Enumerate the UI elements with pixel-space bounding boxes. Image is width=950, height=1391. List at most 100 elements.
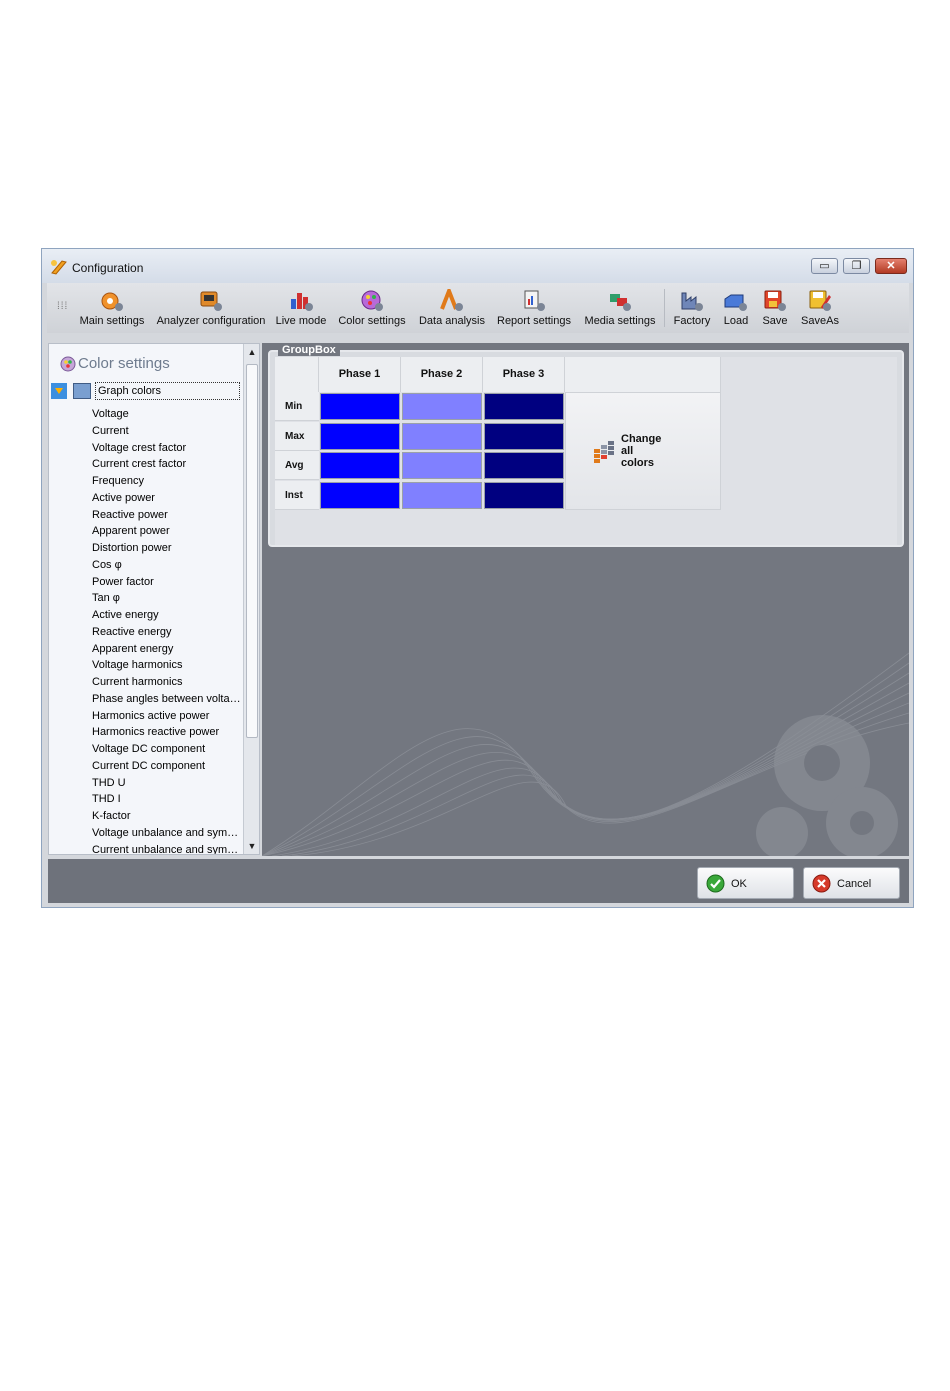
color-grid-area: Phase 1 Phase 2 Phase 3 Min Max Avg Inst Ch… (275, 357, 897, 545)
scroll-up-icon[interactable]: ▲ (244, 344, 259, 360)
minimize-icon: ▭ (819, 260, 830, 272)
color-swatch-min-phase-2[interactable] (402, 393, 482, 420)
toolbar-color-settings[interactable]: Color settings (337, 283, 407, 333)
toolbar-live-mode[interactable]: Live mode (275, 283, 327, 333)
column-header-empty (565, 357, 721, 392)
tree-item[interactable]: Voltage (92, 406, 242, 423)
grid-corner (275, 357, 319, 392)
color-swatch-inst-phase-3[interactable] (484, 481, 564, 509)
tree-item[interactable]: Apparent power (92, 523, 242, 540)
tree-item[interactable]: Voltage harmonics (92, 657, 242, 674)
column-header-phase-3: Phase 3 (483, 357, 565, 392)
groupbox-title: GroupBox (278, 344, 340, 356)
color-swatch-max-phase-2[interactable] (402, 422, 482, 450)
window-title: Configuration (72, 261, 144, 275)
tree-item[interactable]: Current unbalance and symmetrical compon… (92, 842, 242, 855)
color-swatch-max-phase-1[interactable] (320, 422, 400, 450)
tree-root-label: Graph colors (95, 382, 240, 400)
tree-item[interactable]: Tan φ (92, 590, 242, 607)
close-button[interactable]: ✕ (875, 258, 907, 274)
tree-item[interactable]: Current harmonics (92, 674, 242, 691)
tree-item[interactable]: Harmonics active power (92, 708, 242, 725)
tree-item[interactable]: Voltage crest factor (92, 440, 242, 457)
restore-icon: ❐ (851, 260, 862, 272)
color-palette-icon (361, 290, 383, 311)
tree-item[interactable]: Phase angles between voltages (92, 691, 242, 708)
color-swatch-avg-phase-1[interactable] (320, 452, 400, 479)
panel-title: Color settings (78, 355, 170, 372)
tree-item[interactable]: Frequency (92, 473, 242, 490)
tree-item[interactable]: Apparent energy (92, 641, 242, 658)
ok-button[interactable]: OK (697, 867, 794, 899)
tree-item[interactable]: THD U (92, 775, 242, 792)
tree-item[interactable]: THD I (92, 791, 242, 808)
cancel-icon (812, 874, 831, 893)
configuration-window: Configuration ▭ ❐ ✕ ⁞⁞⁞ Main settings An… (41, 248, 914, 908)
tree-expander[interactable] (51, 383, 67, 399)
color-swatch-min-phase-1[interactable] (320, 393, 400, 420)
toolbar-media-settings[interactable]: Media settings (583, 283, 657, 333)
close-icon: ✕ (886, 260, 896, 272)
tree-item[interactable]: Current (92, 423, 242, 440)
tree-item[interactable]: Distortion power (92, 540, 242, 557)
toolbar-main-settings[interactable]: Main settings (77, 283, 147, 333)
scroll-thumb[interactable] (246, 364, 258, 738)
cancel-button[interactable]: Cancel (803, 867, 900, 899)
panel-scrollbar[interactable]: ▲ ▼ (243, 344, 259, 854)
tree-item[interactable]: Active energy (92, 607, 242, 624)
checkmark-icon (706, 874, 725, 893)
tree-item[interactable]: Harmonics reactive power (92, 724, 242, 741)
toolbar-analyzer-configuration[interactable]: Analyzer configuration (155, 283, 267, 333)
tree-item[interactable]: Power factor (92, 574, 242, 591)
gear-icon (101, 292, 123, 311)
toolbar-save-as[interactable]: SaveAs (797, 283, 843, 333)
row-header-avg: Avg (275, 451, 319, 480)
row-header-min: Min (275, 392, 319, 421)
tree-item[interactable]: K-factor (92, 808, 242, 825)
color-swatch-inst-phase-1[interactable] (320, 481, 400, 509)
tree-item[interactable]: Current crest factor (92, 456, 242, 473)
media-icon (610, 294, 631, 311)
tree-item[interactable]: Voltage DC component (92, 741, 242, 758)
tree-item[interactable]: Active power (92, 490, 242, 507)
toolbar-grip-icon[interactable]: ⁞⁞⁞ (57, 301, 68, 312)
toolbar-report-settings[interactable]: Report settings (495, 283, 573, 333)
color-swatch-max-phase-3[interactable] (484, 422, 564, 450)
tree-item[interactable]: Cos φ (92, 557, 242, 574)
triangle-down-icon (55, 388, 63, 394)
color-settings-panel: Color settings Graph colors Voltage Curre… (48, 343, 260, 855)
row-header-max: Max (275, 421, 319, 451)
row-header-inst: Inst (275, 480, 319, 510)
change-all-colors-button[interactable]: Change all colors (565, 392, 721, 510)
tree-item[interactable]: Reactive power (92, 507, 242, 524)
restore-button[interactable]: ❐ (843, 258, 870, 274)
data-analysis-icon (440, 289, 463, 311)
tree-item[interactable]: Voltage unbalance and symmetrical compon… (92, 825, 242, 842)
scroll-down-icon[interactable]: ▼ (244, 838, 259, 854)
tree-item[interactable]: Current DC component (92, 758, 242, 775)
color-swatch-inst-phase-2[interactable] (402, 481, 482, 509)
waveform-icon (73, 383, 91, 399)
color-swatch-avg-phase-3[interactable] (484, 452, 564, 479)
color-swatch-min-phase-3[interactable] (484, 393, 564, 420)
toolbar-separator (664, 289, 665, 327)
factory-icon (681, 292, 703, 311)
toolbar: ⁞⁞⁞ Main settings Analyzer configuration… (47, 283, 909, 333)
content-area: GroupBox Phase 1 Phase 2 Phase 3 Min Max A… (262, 343, 909, 856)
toolbar-load[interactable]: Load (718, 283, 754, 333)
tree-item[interactable]: Reactive energy (92, 624, 242, 641)
app-icon (51, 260, 67, 275)
groupbox: GroupBox Phase 1 Phase 2 Phase 3 Min Max A… (268, 344, 904, 547)
toolbar-data-analysis[interactable]: Data analysis (417, 283, 487, 333)
dialog-button-bar: OK Cancel (48, 859, 909, 903)
title-bar: Configuration ▭ ❐ ✕ (42, 249, 913, 283)
tree-root-graph-colors[interactable]: Graph colors (49, 381, 243, 401)
toolbar-factory[interactable]: Factory (670, 283, 714, 333)
color-swatch-avg-phase-2[interactable] (402, 452, 482, 479)
toolbar-save[interactable]: Save (757, 283, 793, 333)
live-chart-icon (291, 293, 313, 311)
minimize-button[interactable]: ▭ (811, 258, 838, 274)
report-icon (524, 290, 545, 311)
column-header-phase-1: Phase 1 (319, 357, 401, 392)
column-header-phase-2: Phase 2 (401, 357, 483, 392)
